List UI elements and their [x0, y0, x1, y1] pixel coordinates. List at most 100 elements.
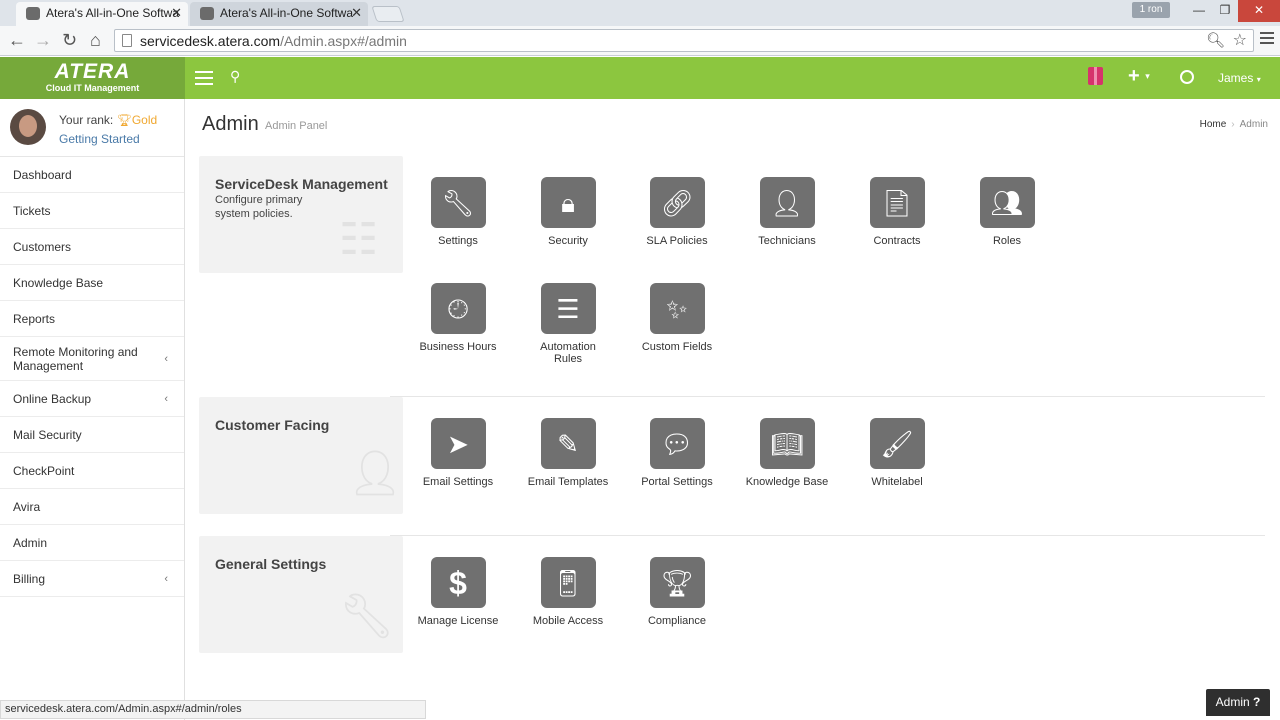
sidebar-item-billing[interactable]: Billing ‹ [0, 561, 184, 597]
breadcrumb-separator-icon: › [1231, 119, 1235, 130]
minimize-icon[interactable]: — [1186, 0, 1212, 22]
server-icon: ☰ [540, 283, 596, 334]
browser-menu-icon[interactable] [1260, 32, 1274, 47]
sidebar-item-checkpoint[interactable]: CheckPoint [0, 453, 184, 489]
browser-user-badge[interactable]: 1 ron [1132, 2, 1170, 18]
logo-text: ATERA [54, 60, 131, 83]
back-arrow-icon[interactable]: ← [8, 30, 26, 50]
tile-custom-fields[interactable]: ✨︎ Custom Fields [622, 283, 732, 353]
url-host: servicedesk.atera.com [140, 33, 281, 49]
edit-icon: ✎ [540, 418, 596, 469]
user-menu[interactable]: James ▾ [1218, 71, 1261, 85]
tile-knowledge-base[interactable]: 📖︎ Knowledge Base [732, 418, 842, 488]
sidebar-item-label: Avira [13, 499, 41, 514]
section-title: General Settings [215, 556, 327, 572]
sidebar-item-label: Dashboard [13, 167, 72, 182]
section-divider [390, 396, 1265, 397]
section-header-box: General Settings 🔧︎ [199, 536, 403, 653]
tile-compliance[interactable]: 🏆︎ Compliance [622, 557, 732, 627]
paper-plane-icon: ➤ [430, 418, 486, 469]
sidebar-item-knowledge-base[interactable]: Knowledge Base [0, 265, 184, 301]
magic-wand-icon: ✨︎ [649, 283, 705, 334]
admin-help-button[interactable]: Admin ? [1206, 689, 1270, 716]
status-bar-url: servicedesk.atera.com/Admin.aspx#/admin/… [0, 700, 426, 719]
tile-email-templates[interactable]: ✎ Email Templates [513, 418, 623, 488]
sidebar-item-label: Remote Monitoring and Management [13, 344, 138, 373]
users-lock-icon: 👥︎ [979, 177, 1035, 228]
tile-manage-license[interactable]: $ Manage License [403, 557, 513, 627]
tile-label: Automation Rules [540, 341, 596, 365]
main-content: Admin Admin Panel Home › Admin ServiceDesk… [186, 99, 1280, 720]
section-divider [390, 535, 1265, 536]
lock-icon: 🔒︎ [540, 177, 596, 228]
breadcrumb-home[interactable]: Home [1200, 119, 1227, 130]
address-bar[interactable]: servicedesk.atera.com/Admin.aspx#/admin … [114, 29, 1254, 52]
app-header: ATERA Cloud IT Management ⚲ + ▾ James ▾ [0, 57, 1280, 99]
tile-business-hours[interactable]: 🕘︎ Business Hours [403, 283, 513, 353]
tile-whitelabel[interactable]: 🖌︎ Whitelabel [842, 418, 952, 488]
sidebar-item-customers[interactable]: Customers [0, 229, 184, 265]
tile-label: Email Settings [422, 476, 494, 488]
tile-email-settings[interactable]: ➤ Email Settings [403, 418, 513, 488]
sidebar-item-reports[interactable]: Reports [0, 301, 184, 337]
home-icon[interactable]: ⌂ [90, 30, 101, 50]
sidebar-item-label: Online Backup [13, 391, 92, 406]
restore-icon[interactable]: ❐ [1212, 0, 1238, 22]
close-tab-icon[interactable]: ✕ [351, 2, 362, 24]
tile-label: Security [548, 235, 588, 247]
tile-label: Roles [992, 235, 1022, 247]
tile-roles[interactable]: 👥︎ Roles [952, 177, 1062, 247]
tile-contracts[interactable]: 📄︎ Contracts [842, 177, 952, 247]
sidebar-item-rmm[interactable]: Remote Monitoring and Management ‹ [0, 337, 184, 381]
tile-automation-rules[interactable]: ☰ Automation Rules [513, 283, 623, 365]
link-icon: 🔗︎ [649, 177, 705, 228]
add-new-icon[interactable]: + ▾ [1128, 65, 1150, 88]
user-icon: 👤︎ [759, 177, 815, 228]
tile-portal-settings[interactable]: 💬︎ Portal Settings [622, 418, 732, 488]
sidebar-item-avira[interactable]: Avira [0, 489, 184, 525]
browser-tab-1[interactable]: Atera's All-in-One Softwa ✕ [16, 2, 188, 26]
reload-icon[interactable]: ↻ [62, 30, 77, 50]
tile-label: Knowledge Base [745, 476, 829, 488]
sidebar-item-dashboard[interactable]: Dashboard [0, 157, 184, 193]
zoom-search-icon[interactable]: 🔍︎ [1206, 31, 1225, 49]
chevron-left-icon: ‹ [164, 352, 168, 365]
tile-sla-policies[interactable]: 🔗︎ SLA Policies [622, 177, 732, 247]
sidebar-item-label: Reports [13, 311, 56, 326]
getting-started-link[interactable]: Getting Started [59, 132, 140, 146]
chat-bubbles-icon: 💬︎ [649, 418, 705, 469]
bookmark-star-icon[interactable]: ☆ [1233, 30, 1247, 50]
tile-label: Settings [438, 235, 478, 247]
document-icon: 📄︎ [869, 177, 925, 228]
sidebar-item-label: Billing [13, 571, 46, 586]
new-tab-button[interactable] [371, 6, 405, 22]
tile-technicians[interactable]: 👤︎ Technicians [732, 177, 842, 247]
trophy-icon: 🏆︎ [116, 113, 132, 127]
section-title: Customer Facing [215, 417, 330, 433]
atera-logo[interactable]: ATERA Cloud IT Management [0, 57, 185, 99]
tile-settings[interactable]: 🔧︎ Settings [403, 177, 513, 247]
sidebar-item-online-backup[interactable]: Online Backup ‹ [0, 381, 184, 417]
address-url[interactable]: servicedesk.atera.com/Admin.aspx#/admin [140, 32, 407, 50]
browser-tab-title: Atera's All-in-One Softwa [220, 6, 354, 20]
tile-mobile-access[interactable]: 📱︎ Mobile Access [513, 557, 623, 627]
sidebar-item-admin[interactable]: Admin [0, 525, 184, 561]
close-tab-icon[interactable]: ✕ [171, 2, 182, 24]
search-icon[interactable]: ⚲ [230, 68, 240, 85]
avatar[interactable] [10, 109, 46, 145]
globe-icon[interactable] [1180, 70, 1194, 84]
chevron-left-icon: ‹ [164, 392, 168, 405]
tile-security[interactable]: 🔒︎ Security [513, 177, 623, 247]
sidebar-item-label: Customers [13, 239, 72, 254]
sidebar-item-tickets[interactable]: Tickets [0, 193, 184, 229]
sidebar-item-mail-security[interactable]: Mail Security [0, 417, 184, 453]
forward-arrow-icon[interactable]: → [34, 30, 52, 50]
hamburger-menu-icon[interactable] [195, 71, 213, 89]
sidebar-item-label: CheckPoint [13, 463, 75, 478]
browser-tab-2[interactable]: Atera's All-in-One Softwa ✕ [190, 2, 368, 26]
clock-icon: 🕘︎ [430, 283, 486, 334]
window-close-icon[interactable]: ✕ [1238, 0, 1280, 22]
tile-label: Portal Settings [641, 476, 713, 488]
gift-icon[interactable] [1088, 67, 1103, 85]
breadcrumb: Home › Admin [1200, 119, 1268, 130]
